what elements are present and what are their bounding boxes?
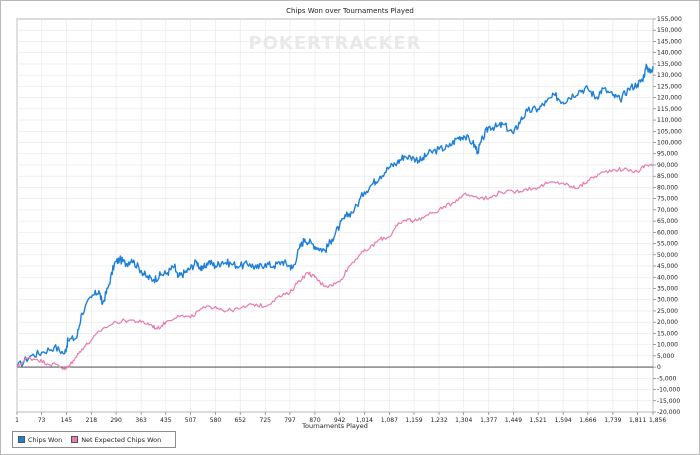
y-tick-label: -10,000 (657, 387, 680, 394)
y-tick-label: 105,000 (657, 128, 682, 135)
x-tick-label: 435 (160, 417, 172, 424)
x-tick-label: 1,232 (430, 417, 447, 424)
y-tick-label: -15,000 (657, 398, 680, 405)
x-tick-label: 290 (110, 417, 122, 424)
y-tick-label: 155,000 (657, 16, 682, 23)
y-tick-label: 10,000 (657, 342, 678, 349)
y-tick-label: 85,000 (657, 173, 678, 180)
legend: Chips Won Net Expected Chips Won (12, 431, 176, 448)
y-tick-label: 20,000 (657, 319, 678, 326)
y-tick-label: 130,000 (657, 72, 682, 79)
y-tick-label: 125,000 (657, 83, 682, 90)
x-tick-label: 1,521 (530, 417, 547, 424)
y-axis: -20,000 -15,000 -10,000 -5,000 0 5,000 10,000 1… (653, 16, 682, 416)
y-tick-label: -5,000 (657, 375, 677, 382)
legend-label-chips-won: Chips Won (28, 435, 63, 444)
x-tick-label: 145 (61, 417, 73, 424)
line-chart: POKERTRACKER -20,000 -15,000 -10,000 -5,000… (15, 16, 682, 430)
y-tick-label: 145,000 (657, 38, 682, 45)
y-tick-label: -20,000 (657, 409, 680, 416)
x-tick-label: 725 (260, 417, 272, 424)
y-tick-label: 80,000 (657, 184, 678, 191)
y-tick-label: 70,000 (657, 207, 678, 214)
x-tick-label: 507 (185, 417, 197, 424)
x-tick-label: 1,666 (579, 417, 596, 424)
watermark-logo: POKERTRACKER (248, 33, 421, 54)
y-tick-label: 30,000 (657, 297, 678, 304)
x-tick-label: 1,304 (455, 417, 472, 424)
y-tick-label: 65,000 (657, 218, 678, 225)
legend-item-net-expected: Net Expected Chips Won (71, 436, 161, 444)
x-tick-label: 218 (86, 417, 98, 424)
legend-item-chips-won: Chips Won (18, 436, 62, 444)
x-tick-label: 1,449 (505, 417, 522, 424)
y-tick-label: 90,000 (657, 162, 678, 169)
y-tick-label: 25,000 (657, 308, 678, 315)
y-tick-label: 45,000 (657, 263, 678, 270)
x-tick-label: 1,594 (555, 417, 572, 424)
y-tick-label: 15,000 (657, 330, 678, 337)
y-tick-label: 0 (657, 364, 661, 371)
y-tick-label: 5,000 (657, 353, 674, 360)
x-tick-label: 652 (234, 417, 246, 424)
x-axis-label: Tournaments Played (301, 422, 368, 430)
watermark-text: POKERTRACKER (248, 33, 421, 54)
y-tick-label: 75,000 (657, 196, 678, 203)
x-tick-label: 1,811 (629, 417, 646, 424)
y-tick-label: 110,000 (657, 117, 682, 124)
y-tick-label: 135,000 (657, 61, 682, 68)
x-tick-label: 363 (135, 417, 147, 424)
y-tick-label: 35,000 (657, 285, 678, 292)
x-tick-label: 580 (210, 417, 222, 424)
x-tick-label: 1,159 (405, 417, 422, 424)
x-tick-label: 1,087 (381, 417, 398, 424)
x-tick-label: 1 (15, 417, 19, 424)
legend-label-net-expected: Net Expected Chips Won (81, 435, 162, 444)
x-tick-label: 1,739 (604, 417, 621, 424)
x-tick-label: 1,856 (649, 417, 666, 424)
legend-swatch-net-expected (71, 436, 79, 443)
legend-swatch-chips-won (18, 436, 25, 443)
y-tick-label: 140,000 (657, 50, 682, 57)
x-tick-label: 73 (38, 417, 46, 424)
y-tick-label: 60,000 (657, 229, 678, 236)
plot-area (16, 18, 654, 413)
y-tick-label: 115,000 (657, 106, 682, 113)
y-tick-label: 95,000 (657, 151, 678, 158)
y-tick-label: 120,000 (657, 95, 682, 102)
x-tick-label: 1,377 (480, 417, 497, 424)
y-tick-label: 40,000 (657, 274, 678, 281)
y-tick-label: 55,000 (657, 241, 678, 248)
y-tick-label: 50,000 (657, 252, 678, 259)
y-tick-label: 100,000 (657, 140, 682, 147)
y-tick-label: 150,000 (657, 27, 682, 34)
x-tick-label: 797 (284, 417, 296, 424)
